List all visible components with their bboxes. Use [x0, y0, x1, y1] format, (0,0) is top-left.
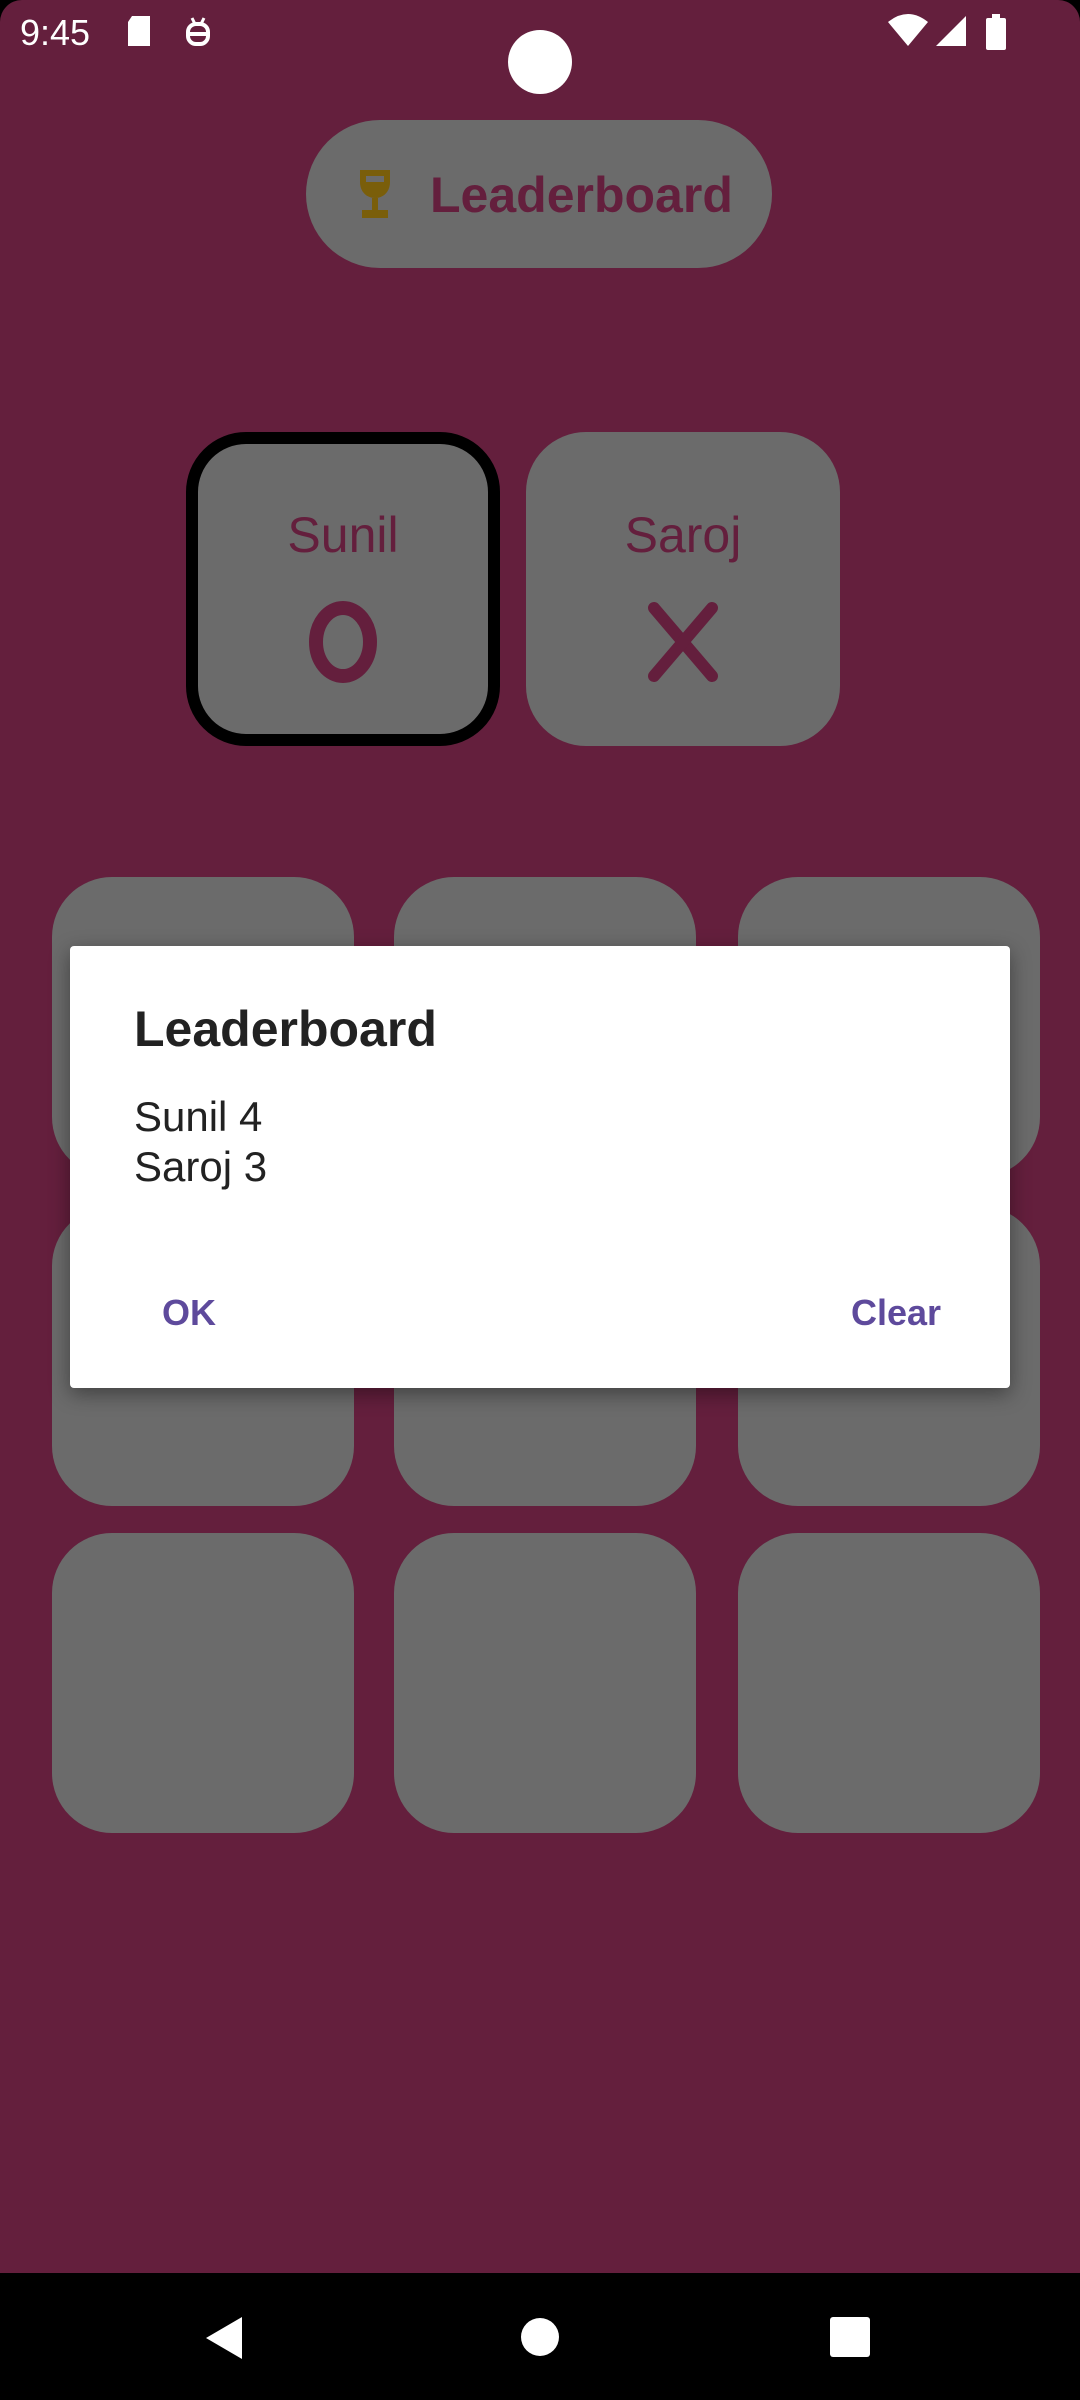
- battery-icon: [986, 14, 1006, 55]
- dialog-message: Sunil 4 Saroj 3: [134, 1092, 267, 1192]
- debug-icon: [180, 14, 216, 55]
- ok-button[interactable]: OK: [162, 1292, 216, 1334]
- navigation-bar: [0, 2273, 1080, 2400]
- leaderboard-button-label: Leaderboard: [430, 167, 733, 223]
- o-symbol-icon: [308, 600, 378, 689]
- camera-cutout: [508, 30, 572, 94]
- leaderboard-entry: Saroj 3: [134, 1143, 268, 1190]
- player-card-saroj[interactable]: Saroj: [526, 432, 840, 746]
- wifi-icon: [888, 14, 928, 53]
- leaderboard-dialog: Leaderboard Sunil 4 Saroj 3 OK Clear: [70, 946, 1010, 1388]
- board-cell-8[interactable]: [394, 1533, 696, 1833]
- app-screen: 9:45 Leaderboard Sunil Saroj Leaderboard…: [0, 0, 1080, 2273]
- signal-icon: [934, 14, 968, 53]
- clear-button[interactable]: Clear: [851, 1292, 941, 1334]
- board-cell-7[interactable]: [52, 1533, 354, 1833]
- status-time: 9:45: [20, 12, 91, 53]
- dialog-title: Leaderboard: [134, 1001, 437, 1057]
- board-cell-9[interactable]: [738, 1533, 1040, 1833]
- player-name: Saroj: [624, 507, 742, 563]
- recents-icon[interactable]: [830, 2317, 870, 2362]
- home-icon[interactable]: [520, 2317, 560, 2362]
- x-symbol-icon: [646, 600, 720, 689]
- back-icon[interactable]: [204, 2315, 244, 2366]
- player-card-sunil[interactable]: Sunil: [186, 432, 500, 746]
- trophy-icon: [356, 168, 394, 225]
- player-name: Sunil: [287, 507, 399, 563]
- leaderboard-entry: Sunil 4: [134, 1093, 263, 1140]
- leaderboard-button[interactable]: Leaderboard: [306, 120, 772, 268]
- sd-card-icon: [124, 14, 154, 53]
